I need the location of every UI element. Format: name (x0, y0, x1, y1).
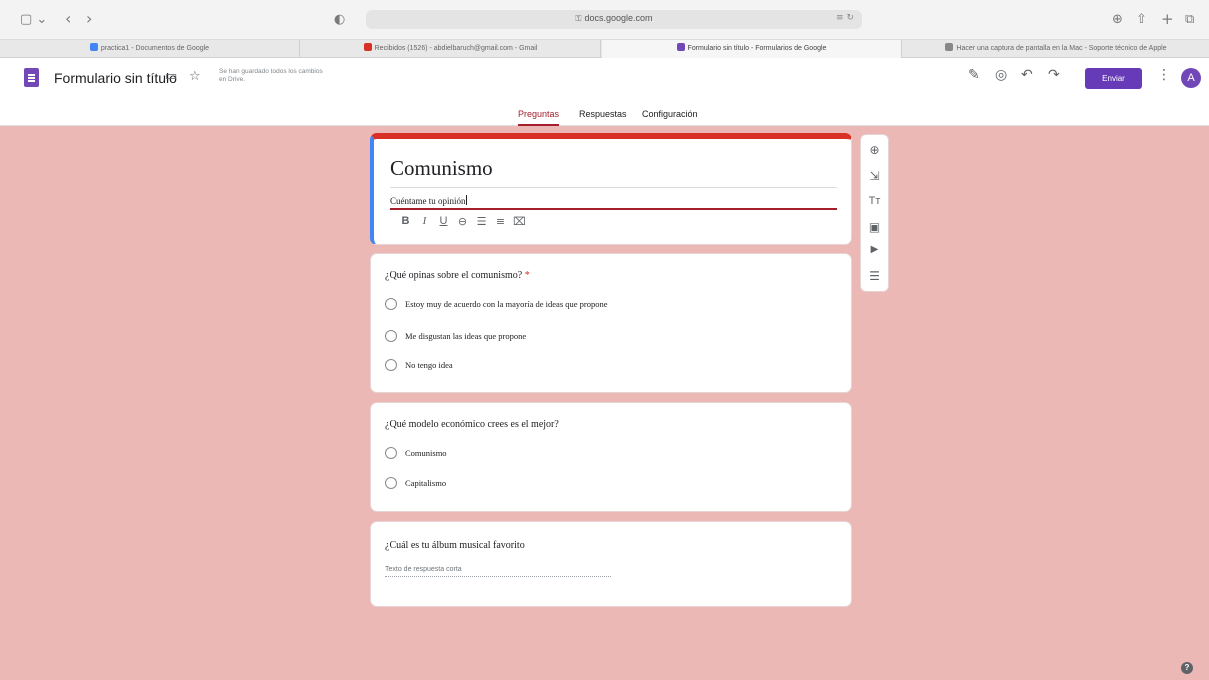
browser-tab[interactable]: practica1 - Documentos de Google (0, 40, 300, 58)
format-toolbar: B I U ⊖ ☰ ≡ ⌧ (396, 215, 529, 228)
radio-button[interactable] (385, 298, 397, 310)
back-icon[interactable]: ‹ (65, 9, 71, 28)
address-url: docs.google.com (584, 13, 653, 23)
lock-icon: ⚿ (575, 14, 582, 23)
form-description[interactable]: Cuéntame tu opinión (390, 195, 467, 206)
add-section-icon[interactable]: ☰ (861, 269, 888, 283)
folder-icon[interactable]: ▭ (165, 69, 177, 84)
add-image-icon[interactable]: ▣ (861, 220, 888, 234)
browser-toolbar: ▢ ⌄ ‹ › ◐ ⚿ docs.google.com ≡ ↻ ⊕ ⇧ + ⧉ (0, 0, 1209, 40)
add-video-icon[interactable]: ▶ (861, 244, 888, 255)
forward-icon[interactable]: › (86, 9, 92, 28)
send-button[interactable]: Enviar (1085, 68, 1142, 89)
form-title-card[interactable]: Comunismo Cuéntame tu opinión B I U ⊖ ☰ … (370, 133, 852, 245)
palette-icon[interactable]: ✎ (968, 67, 980, 83)
docs-favicon-icon (89, 43, 98, 51)
sidebar-toggle-icon[interactable]: ▢ ⌄ (20, 12, 47, 27)
tab-respuestas[interactable]: Respuestas (579, 108, 627, 126)
option-item[interactable]: Estoy muy de acuerdo con la mayoría de i… (385, 297, 608, 311)
star-icon[interactable]: ☆ (189, 69, 201, 84)
clear-format-icon[interactable]: ⌧ (510, 215, 529, 228)
address-bar[interactable]: ⚿ docs.google.com ≡ ↻ (366, 10, 862, 29)
question-card[interactable]: ¿Qué modelo económico crees es el mejor?… (370, 402, 852, 512)
radio-button[interactable] (385, 447, 397, 459)
form-tabs: Preguntas Respuestas Configuración (0, 108, 1209, 126)
required-mark: * (524, 270, 530, 281)
text-cursor (465, 195, 467, 205)
question-card[interactable]: ¿Cuál es tu álbum musical favorito Texto… (370, 521, 852, 607)
import-questions-icon[interactable]: ⇲ (861, 169, 888, 183)
italic-button[interactable]: I (415, 215, 434, 228)
option-item[interactable]: No tengo idea (385, 358, 453, 372)
bulleted-list-icon[interactable]: ≡ (491, 215, 510, 228)
forms-header: Formulario sin título ▭ ☆ Se han guardad… (0, 58, 1209, 126)
download-icon[interactable]: ⊕ (1112, 12, 1123, 27)
radio-button[interactable] (385, 477, 397, 489)
link-icon[interactable]: ⊖ (453, 215, 472, 228)
help-icon[interactable]: ? (1181, 662, 1193, 674)
tab-preguntas[interactable]: Preguntas (518, 108, 560, 126)
radio-button[interactable] (385, 330, 397, 342)
document-title[interactable]: Formulario sin título (54, 70, 177, 86)
apple-favicon-icon (945, 43, 954, 51)
privacy-shield-icon[interactable]: ◐ (334, 12, 345, 27)
share-icon[interactable]: ⇧ (1136, 12, 1147, 27)
save-status: Se han guardado todos los cambios en Dri… (219, 68, 323, 83)
more-options-icon[interactable]: ⋮ (1157, 67, 1171, 83)
question-card[interactable]: ¿Qué opinas sobre el comunismo? * Estoy … (370, 253, 852, 393)
question-title: ¿Qué modelo económico crees es el mejor? (385, 419, 559, 430)
undo-icon[interactable]: ↶ (1021, 67, 1033, 83)
browser-tab[interactable]: Hacer una captura de pantalla en la Mac … (903, 40, 1209, 58)
add-question-icon[interactable]: ⊕ (861, 143, 888, 157)
question-title: ¿Cuál es tu álbum musical favorito (385, 540, 525, 551)
description-underline (390, 208, 837, 210)
forms-favicon-icon (676, 43, 685, 51)
forms-logo-icon[interactable] (24, 68, 39, 87)
option-item[interactable]: Comunismo (385, 446, 447, 460)
tab-configuracion[interactable]: Configuración (642, 108, 698, 126)
new-tab-icon[interactable]: + (1161, 10, 1174, 28)
avatar[interactable]: A (1181, 68, 1201, 88)
preview-eye-icon[interactable]: ◎ (995, 67, 1007, 83)
underline-button[interactable]: U (434, 215, 453, 228)
radio-button[interactable] (385, 359, 397, 371)
gmail-favicon-icon (363, 43, 372, 51)
title-underline (390, 187, 837, 188)
side-toolbar: ⊕ ⇲ Tт ▣ ▶ ☰ (860, 134, 889, 292)
browser-tab[interactable]: Recibidos (1526) - abdielbaruch@gmail.co… (301, 40, 601, 58)
form-title[interactable]: Comunismo (390, 156, 493, 181)
tab-overview-icon[interactable]: ⧉ (1185, 12, 1194, 27)
short-answer-field[interactable]: Texto de respuesta corta (385, 566, 611, 577)
numbered-list-icon[interactable]: ☰ (472, 215, 491, 228)
add-title-icon[interactable]: Tт (861, 195, 888, 207)
bold-button[interactable]: B (396, 215, 415, 228)
option-item[interactable]: Capitalismo (385, 476, 446, 490)
reader-reload-icon[interactable]: ≡ ↻ (836, 13, 854, 23)
question-title: ¿Qué opinas sobre el comunismo? * (385, 270, 530, 281)
browser-tabs: practica1 - Documentos de Google Recibid… (0, 40, 1209, 58)
option-item[interactable]: Me disgustan las ideas que propone (385, 329, 526, 343)
redo-icon[interactable]: ↷ (1048, 67, 1060, 83)
browser-tab-active[interactable]: Formulario sin título - Formularios de G… (602, 40, 902, 58)
